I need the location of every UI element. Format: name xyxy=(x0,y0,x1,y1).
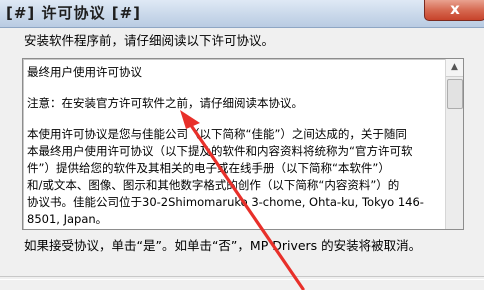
accept-instruction-text: 如果接受协议，单击“是”。如单击“否”，MP Drivers 的安装将被取消。 xyxy=(24,238,422,253)
scroll-thumb[interactable] xyxy=(447,79,463,109)
license-line: 协议书。佳能公司位于30-2Shimomaruko 3-chome, Ohta-… xyxy=(27,195,424,209)
dialog-body: 安装软件程序前，请仔细阅读以下许可协议。 最终用户使用许可协议 注意：在安装官方… xyxy=(0,28,484,290)
window-title: [#] 许可协议 [#] xyxy=(6,4,142,22)
title-bar[interactable]: [#] 许可协议 [#] x xyxy=(0,0,484,28)
license-content: 最终用户使用许可协议 注意：在安装官方许可软件之前，请仔细阅读本协议。 本使用许… xyxy=(27,64,437,229)
license-line: 8501, Japan。 xyxy=(27,212,108,226)
license-body-paragraph: 本使用许可协议是您与佳能公司（以下简称“佳能”）之间达成的，关于随同 本最终用户… xyxy=(27,126,437,228)
license-line: 和/或文本、图像、图示和其他数字格式的创作（以下简称“内容资料”）的 xyxy=(27,178,400,192)
license-line: 件”）提供给您的软件及其相关的电子或在线手册（以下简称“本软件”） xyxy=(27,161,390,175)
scroll-up-arrow-icon[interactable]: ▲ xyxy=(446,59,463,77)
license-text-area[interactable]: 最终用户使用许可协议 注意：在安装官方许可软件之前，请仔细阅读本协议。 本使用许… xyxy=(22,58,464,230)
license-heading: 最终用户使用许可协议 xyxy=(27,65,142,79)
license-line: 本最终用户使用许可协议（以下提及的软件和内容资料将统称为“官方许可软 xyxy=(27,144,413,158)
vertical-scrollbar[interactable]: ▲ xyxy=(445,59,463,229)
divider xyxy=(0,276,484,280)
close-button[interactable]: x xyxy=(424,0,484,21)
license-notice: 注意：在安装官方许可软件之前，请仔细阅读本协议。 xyxy=(27,96,303,110)
instruction-text: 安装软件程序前，请仔细阅读以下许可协议。 xyxy=(24,33,275,48)
license-line: 本使用许可协议是您与佳能公司（以下简称“佳能”）之间达成的，关于随同 xyxy=(27,127,407,141)
